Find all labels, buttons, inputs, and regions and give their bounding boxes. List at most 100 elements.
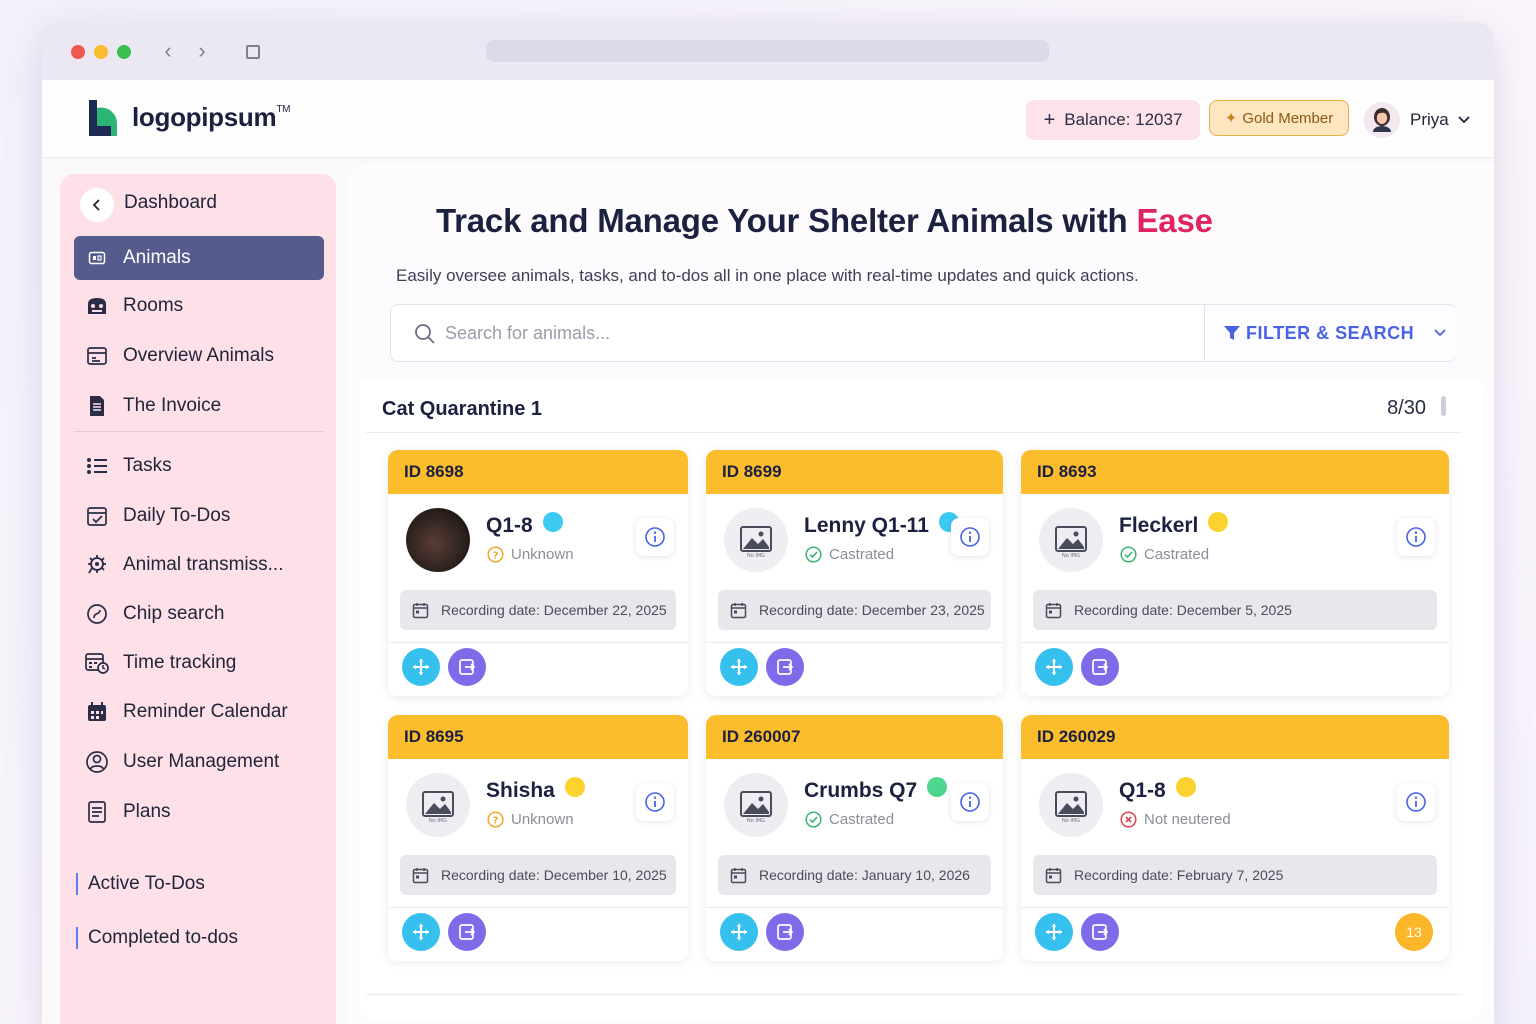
animal-id: ID 8693: [1021, 450, 1449, 494]
url-bar[interactable]: [486, 40, 1049, 62]
sidebar-item-the-invoice[interactable]: The Invoice: [74, 384, 324, 428]
sidebar-item-user-management[interactable]: User Management: [74, 740, 324, 784]
animal-card[interactable]: ID 8698 Q1-8 ? Unknown Recording date: De…: [388, 450, 688, 696]
sidebar-item-tasks[interactable]: Tasks: [74, 444, 324, 488]
info-button[interactable]: [951, 518, 989, 556]
animal-card[interactable]: ID 8695 No IMG Shisha ? Unknown Recording…: [388, 715, 688, 961]
gold-member-badge[interactable]: ✦ Gold Member: [1209, 100, 1349, 136]
svg-text:?: ?: [493, 815, 499, 826]
animal-name[interactable]: Q1-8: [486, 512, 563, 538]
filter-search-button[interactable]: FILTER & SEARCH: [1204, 305, 1457, 361]
info-button[interactable]: [1397, 518, 1435, 556]
sidebar-item-label: Time tracking: [123, 652, 237, 673]
no-image-label: No IMG: [1062, 553, 1080, 559]
transfer-button[interactable]: [766, 648, 804, 686]
info-button[interactable]: [1397, 783, 1435, 821]
animal-name[interactable]: Lenny Q1-11: [804, 512, 959, 538]
balance-button[interactable]: + Balance: 12037: [1026, 100, 1200, 140]
medal-icon: ✦: [1224, 110, 1238, 127]
animal-photo[interactable]: [406, 508, 470, 572]
transfer-button[interactable]: [1081, 913, 1119, 951]
close-window-dot[interactable]: [71, 45, 85, 59]
completed-todos-link[interactable]: Completed to-dos: [76, 927, 238, 949]
transfer-button[interactable]: [448, 913, 486, 951]
back-arrow-icon[interactable]: ‹: [157, 38, 179, 64]
search-input[interactable]: [445, 315, 1185, 351]
chevron-left-icon: [92, 199, 100, 211]
divider: [1021, 642, 1449, 643]
recording-date: Recording date: February 7, 2025: [1033, 855, 1437, 895]
animal-name[interactable]: Shisha: [486, 777, 585, 803]
app-header: logopipsumTM + Balance: 12037 ✦ Gold Mem…: [42, 80, 1494, 158]
animal-card[interactable]: ID 8693 No IMG Fleckerl Castrated Record…: [1021, 450, 1449, 696]
animal-name[interactable]: Crumbs Q7: [804, 777, 948, 803]
filter-label: FILTER & SEARCH: [1246, 322, 1415, 343]
chevron-down-icon[interactable]: [1456, 112, 1472, 128]
minimize-window-dot[interactable]: [94, 45, 108, 59]
sidebar-divider: [74, 431, 324, 432]
move-icon: [413, 924, 429, 940]
forward-arrow-icon[interactable]: ›: [191, 38, 213, 64]
status-dot: [564, 777, 585, 797]
check-circle-icon: [805, 546, 829, 563]
transfer-button[interactable]: [1081, 648, 1119, 686]
animal-name[interactable]: Fleckerl: [1119, 512, 1229, 538]
info-icon: [960, 527, 980, 547]
move-button[interactable]: [720, 648, 758, 686]
sidebar-item-overview-animals[interactable]: Overview Animals: [74, 334, 324, 378]
sidebar-item-animals[interactable]: Animals: [74, 236, 324, 280]
back-button[interactable]: [80, 188, 114, 222]
scrollbar[interactable]: [1441, 396, 1446, 416]
user-name[interactable]: Priya: [1410, 110, 1449, 130]
no-image-icon[interactable]: No IMG: [406, 773, 470, 837]
info-button[interactable]: [951, 783, 989, 821]
no-image-icon[interactable]: No IMG: [1039, 508, 1103, 572]
sidebar-item-rooms[interactable]: Rooms: [74, 284, 324, 328]
sidebar-item-label: Reminder Calendar: [123, 701, 288, 722]
sidebar-item-plans[interactable]: Plans: [74, 790, 324, 834]
move-button[interactable]: [720, 913, 758, 951]
logo-text[interactable]: logopipsumTM: [132, 102, 290, 133]
animal-card[interactable]: ID 260029 No IMG Q1-8 Not neutered Recor…: [1021, 715, 1449, 961]
logo-icon[interactable]: [87, 100, 119, 136]
search-bar: FILTER & SEARCH: [390, 304, 1457, 362]
info-icon: [645, 792, 665, 812]
animal-card[interactable]: ID 260007 No IMG Crumbs Q7 Castrated Rec…: [706, 715, 1003, 961]
info-button[interactable]: [636, 518, 674, 556]
sidebar-item-daily-todos[interactable]: Daily To-Dos: [74, 494, 324, 538]
tabs-icon[interactable]: [246, 45, 260, 59]
move-button[interactable]: [402, 648, 440, 686]
move-icon: [1046, 659, 1062, 675]
transfer-button[interactable]: [766, 913, 804, 951]
count-badge[interactable]: 13: [1395, 913, 1433, 951]
status-dot: [1175, 777, 1196, 797]
animal-name[interactable]: Q1-8: [1119, 777, 1196, 803]
avatar[interactable]: [1364, 102, 1400, 138]
transfer-icon: [777, 659, 794, 675]
info-button[interactable]: [636, 783, 674, 821]
recording-date: Recording date: December 5, 2025: [1033, 590, 1437, 630]
transfer-icon: [1092, 924, 1109, 940]
sidebar-dashboard-link[interactable]: Dashboard: [124, 192, 217, 214]
sidebar-item-reminder-calendar[interactable]: Reminder Calendar: [74, 690, 324, 734]
animal-card[interactable]: ID 8699 No IMG Lenny Q1-11 Castrated Rec…: [706, 450, 1003, 696]
move-button[interactable]: [402, 913, 440, 951]
transfer-button[interactable]: [448, 648, 486, 686]
overview-icon: [84, 343, 110, 369]
no-image-icon[interactable]: No IMG: [724, 773, 788, 837]
no-image-icon[interactable]: No IMG: [1039, 773, 1103, 837]
move-button[interactable]: [1035, 648, 1073, 686]
sidebar-item-time-tracking[interactable]: Time tracking: [74, 641, 324, 685]
animal-name-text: Shisha: [486, 779, 555, 802]
active-todos-link[interactable]: Active To-Dos: [76, 873, 205, 895]
animal-id: ID 8695: [388, 715, 688, 759]
no-image-icon[interactable]: No IMG: [724, 508, 788, 572]
move-button[interactable]: [1035, 913, 1073, 951]
sidebar-item-chip-search[interactable]: Chip search: [74, 592, 324, 636]
question-circle-icon: ?: [487, 546, 511, 563]
maximize-window-dot[interactable]: [117, 45, 131, 59]
rooms-icon: [84, 293, 110, 319]
calendar-check-icon: [84, 503, 110, 529]
divider: [366, 432, 1462, 433]
sidebar-item-animal-transmission[interactable]: Animal transmiss...: [74, 543, 324, 587]
